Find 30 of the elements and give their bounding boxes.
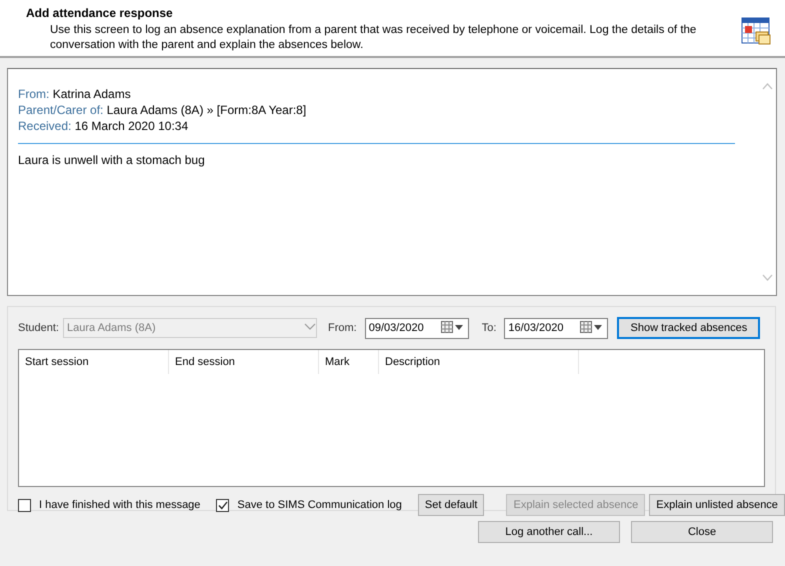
from-date-label: From: (328, 322, 357, 334)
message-body: Laura is unwell with a stomach bug (18, 152, 206, 168)
checkbox-label[interactable]: Save to SIMS Communication log (237, 499, 402, 511)
from-date-field[interactable]: 09/03/2020 (364, 318, 469, 338)
checkbox-label[interactable]: I have finished with this message (39, 499, 200, 511)
sender-value: Katrina Adams (52, 87, 131, 101)
checkbox[interactable] (216, 498, 230, 512)
received-date-label: Received: (18, 119, 72, 133)
to-date-field[interactable]: 16/03/2020 (504, 318, 608, 338)
column-header[interactable]: Description (379, 350, 579, 374)
calendar-letters-icon (741, 16, 771, 46)
dialog-description: Use this screen to log an absence explanation from a parent that was received by telephone or voicemail. Log the details of the conversation with the parent and explain the absences below. (50, 23, 698, 53)
sender-label: From: (18, 87, 50, 101)
column-header[interactable]: Mark (319, 350, 379, 374)
set-default-button[interactable]: Set default (418, 494, 484, 516)
column-header[interactable]: Start session (19, 350, 169, 374)
column-header[interactable]: End session (169, 350, 319, 374)
student-link-value: Laura Adams (8A) » [Form:8A Year:8] (106, 103, 306, 117)
checkbox[interactable] (18, 498, 31, 512)
student-link-label: Parent/Carer of: (18, 103, 104, 117)
close-button[interactable]: Close (631, 521, 773, 543)
calendar-dropdown-icon[interactable] (580, 320, 604, 332)
received-date-value: 16 March 2020 10:34 (74, 119, 188, 133)
log-another-call-button[interactable]: Log another call... (478, 521, 620, 543)
to-date-label: To: (482, 322, 496, 334)
student-label: Student: (18, 322, 59, 334)
dialog-title: Add attendance response (26, 6, 174, 20)
explain-unlisted-button[interactable]: Explain unlisted absence (649, 494, 785, 516)
show-tracked-button[interactable]: Show tracked absences (617, 317, 760, 339)
calendar-dropdown-icon[interactable] (440, 320, 465, 332)
